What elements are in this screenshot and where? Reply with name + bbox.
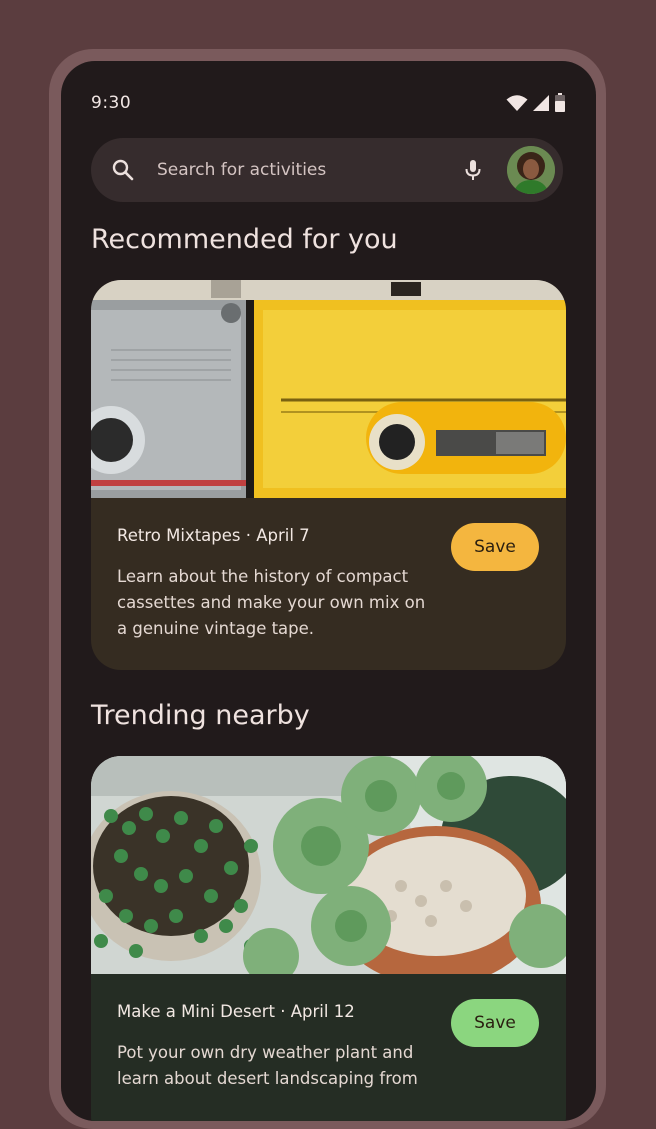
cassette-tapes-image xyxy=(91,280,566,498)
user-avatar-icon xyxy=(507,146,555,194)
card-body: Make a Mini Desert · April 12 Pot your o… xyxy=(91,974,566,1121)
status-time: 9:30 xyxy=(91,93,132,113)
phone-screen: 9:30 Search for activities Recommended f… xyxy=(61,61,596,1121)
card-description: Learn about the history of compact casse… xyxy=(117,567,426,638)
battery-icon xyxy=(555,93,565,112)
activity-card-retro-mixtapes[interactable]: Retro Mixtapes · April 7 Learn about the… xyxy=(91,280,566,670)
card-title: Retro Mixtapes · April 7 xyxy=(117,526,310,545)
status-icons xyxy=(506,93,566,113)
activity-card-mini-desert[interactable]: Make a Mini Desert · April 12 Pot your o… xyxy=(91,756,566,1121)
signal-icon xyxy=(533,95,549,111)
avatar[interactable] xyxy=(507,146,555,194)
search-icon[interactable] xyxy=(111,158,135,182)
card-title: Make a Mini Desert · April 12 xyxy=(117,1002,355,1021)
save-button[interactable]: Save xyxy=(451,523,539,571)
save-button[interactable]: Save xyxy=(451,999,539,1047)
trending-section-title: Trending nearby xyxy=(91,700,310,731)
status-bar: 9:30 xyxy=(91,91,566,115)
recommended-section-title: Recommended for you xyxy=(91,224,398,255)
wifi-icon xyxy=(506,95,528,111)
search-input[interactable]: Search for activities xyxy=(157,160,461,180)
potted-plants-image xyxy=(91,756,566,974)
card-description: Pot your own dry weather plant and learn… xyxy=(117,1043,418,1088)
search-bar[interactable]: Search for activities xyxy=(91,138,563,202)
mic-icon[interactable] xyxy=(461,158,485,182)
card-body: Retro Mixtapes · April 7 Learn about the… xyxy=(91,498,566,670)
